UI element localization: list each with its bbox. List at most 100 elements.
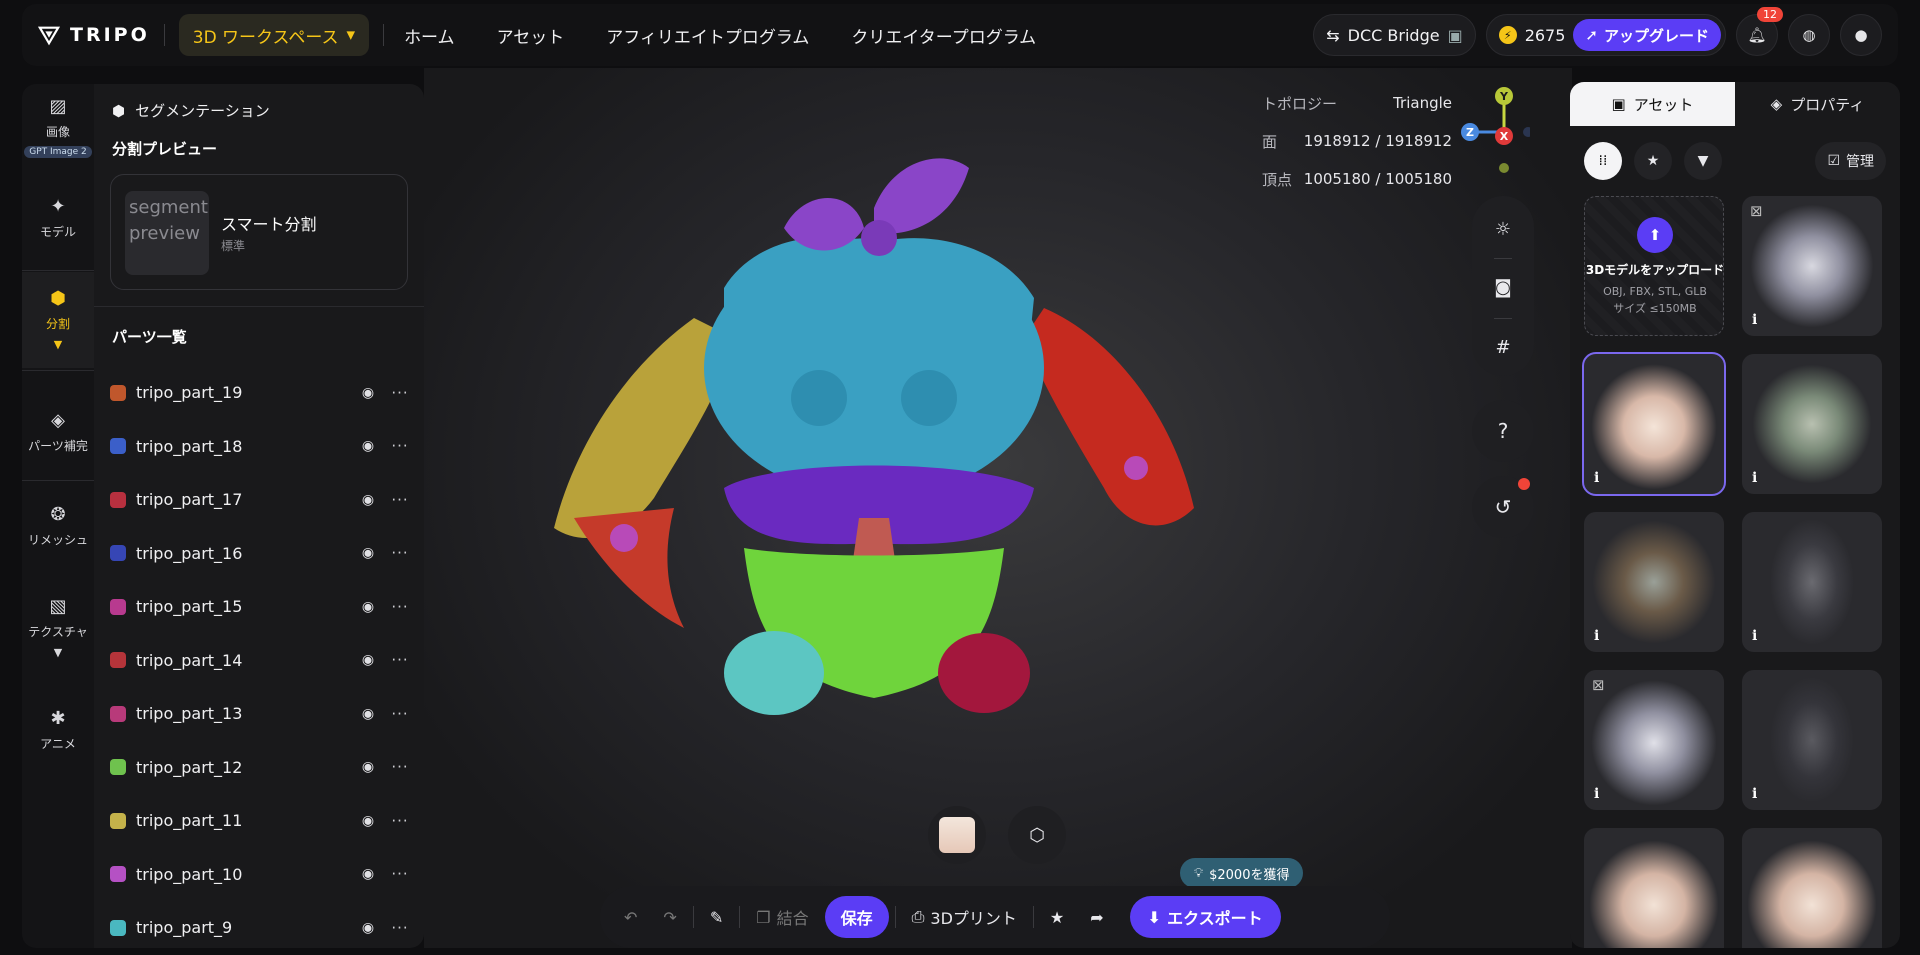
eye-icon[interactable]: ◉ bbox=[358, 385, 378, 401]
rail-anime[interactable]: ✱ アニメ bbox=[22, 708, 94, 758]
eye-icon[interactable]: ◉ bbox=[358, 545, 378, 561]
info-icon[interactable]: i bbox=[1594, 628, 1599, 644]
asset-tile[interactable] bbox=[1742, 828, 1882, 948]
info-icon[interactable]: i bbox=[1594, 470, 1599, 486]
eye-icon[interactable]: ◉ bbox=[358, 866, 378, 882]
asset-tile[interactable]: i bbox=[1742, 670, 1882, 810]
tab-properties[interactable]: ◈ プロパティ bbox=[1735, 82, 1900, 126]
history-button[interactable]: ↺ bbox=[1472, 476, 1534, 538]
nav-assets[interactable]: アセット bbox=[497, 23, 565, 48]
part-row[interactable]: tripo_part_14 ◉ ··· bbox=[110, 634, 410, 688]
more-options-icon[interactable]: ··· bbox=[390, 384, 410, 402]
rail-divider bbox=[22, 270, 94, 271]
asset-tile-selected[interactable]: i bbox=[1582, 352, 1726, 496]
3d-print-button[interactable]: ⎙ 3Dプリント bbox=[902, 896, 1027, 938]
export-button[interactable]: ⬇ エクスポート bbox=[1129, 896, 1281, 938]
eye-icon[interactable]: ◉ bbox=[358, 920, 378, 936]
part-row[interactable]: tripo_part_11 ◉ ··· bbox=[110, 794, 410, 848]
eye-icon[interactable]: ◉ bbox=[358, 652, 378, 668]
favorites-filter-button[interactable]: ★ bbox=[1634, 142, 1672, 180]
tab-assets[interactable]: ▣ アセット bbox=[1570, 82, 1735, 126]
notifications-button[interactable]: 🔔︎ 12 bbox=[1736, 7, 1783, 56]
eye-icon[interactable]: ◉ bbox=[358, 706, 378, 722]
share-button[interactable]: ➦ bbox=[1080, 896, 1113, 938]
rail-image[interactable]: ▨ 画像 GPT Image 2 bbox=[22, 96, 94, 168]
reference-image-button[interactable] bbox=[928, 806, 986, 864]
rail-parts-fill[interactable]: ◈ パーツ補完 bbox=[22, 410, 94, 460]
manage-button[interactable]: ☑ 管理 bbox=[1815, 142, 1886, 180]
parts-list: tripo_part_19 ◉ ··· tripo_part_18 ◉ ··· tripo_… bbox=[110, 366, 410, 955]
more-options-icon[interactable]: ··· bbox=[390, 491, 410, 509]
info-icon[interactable]: i bbox=[1752, 628, 1757, 644]
part-row[interactable]: tripo_part_16 ◉ ··· bbox=[110, 527, 410, 581]
asset-tile[interactable]: i bbox=[1742, 512, 1882, 652]
asset-tile[interactable] bbox=[1584, 828, 1724, 948]
asset-tile[interactable]: ⊠ i bbox=[1584, 670, 1724, 810]
help-button[interactable]: ? bbox=[1472, 400, 1534, 462]
part-row[interactable]: tripo_part_10 ◉ ··· bbox=[110, 848, 410, 902]
more-options-icon[interactable]: ··· bbox=[390, 544, 410, 562]
redo-button[interactable]: ↷ bbox=[653, 896, 686, 938]
part-row[interactable]: tripo_part_18 ◉ ··· bbox=[110, 420, 410, 474]
more-options-icon[interactable]: ··· bbox=[390, 919, 410, 937]
brush-button[interactable]: ✎ bbox=[700, 896, 733, 938]
workspace-dropdown[interactable]: 3D ワークスペース ▾ bbox=[178, 14, 370, 56]
logo[interactable]: TRIPO bbox=[38, 24, 150, 46]
eye-icon[interactable]: ◉ bbox=[358, 759, 378, 775]
save-button[interactable]: 保存 bbox=[824, 896, 889, 938]
asset-tile[interactable]: ⊠ i bbox=[1742, 196, 1882, 336]
promo-bubble[interactable]: 💡︎ $2000を獲得 bbox=[1180, 858, 1304, 888]
nav-home[interactable]: ホーム bbox=[404, 23, 455, 48]
more-options-icon[interactable]: ··· bbox=[390, 651, 410, 669]
smart-split-card[interactable]: segment preview スマート分割 標準 bbox=[110, 174, 408, 290]
info-icon[interactable]: i bbox=[1752, 786, 1757, 802]
part-row[interactable]: tripo_part_9 ◉ ··· bbox=[110, 901, 410, 955]
upgrade-button[interactable]: ➚ アップグレード bbox=[1573, 19, 1721, 51]
more-options-icon[interactable]: ··· bbox=[390, 598, 410, 616]
grid-view-button[interactable]: ⁞⁞ bbox=[1584, 142, 1622, 180]
lighting-button[interactable]: ☼ bbox=[1482, 208, 1524, 250]
language-button[interactable]: ◍ bbox=[1788, 14, 1830, 56]
upload-tile[interactable]: ⬆ 3Dモデルをアップロード OBJ, FBX, STL, GLB サイズ ≤1… bbox=[1584, 196, 1724, 336]
axis-gizmo[interactable]: Y Z X bbox=[1450, 86, 1530, 186]
more-options-icon[interactable]: ··· bbox=[390, 758, 410, 776]
undo-button[interactable]: ↶ bbox=[614, 896, 647, 938]
nav-creator[interactable]: クリエイタープログラム bbox=[851, 23, 1036, 48]
account-button[interactable]: ● bbox=[1840, 14, 1882, 56]
part-row[interactable]: tripo_part_19 ◉ ··· bbox=[110, 366, 410, 420]
more-options-icon[interactable]: ··· bbox=[390, 437, 410, 455]
merge-button[interactable]: ❐ 結合 bbox=[746, 896, 818, 938]
eye-icon[interactable]: ◉ bbox=[358, 438, 378, 454]
more-options-icon[interactable]: ··· bbox=[390, 812, 410, 830]
favorite-button[interactable]: ★ bbox=[1040, 896, 1074, 938]
info-icon[interactable]: i bbox=[1594, 786, 1599, 802]
rail-split[interactable]: ⬢ 分割 ▼ bbox=[22, 272, 94, 368]
rail-image-label: 画像 bbox=[45, 125, 70, 139]
eye-icon[interactable]: ◉ bbox=[358, 813, 378, 829]
dcc-bridge-button[interactable]: ⇆ DCC Bridge ▣ bbox=[1313, 14, 1476, 56]
asset-tile[interactable]: i bbox=[1742, 354, 1882, 494]
part-row[interactable]: tripo_part_17 ◉ ··· bbox=[110, 473, 410, 527]
part-row[interactable]: tripo_part_12 ◉ ··· bbox=[110, 741, 410, 795]
rail-remesh[interactable]: ❂ リメッシュ bbox=[22, 504, 94, 554]
credits-pill[interactable]: ⚡ 2675 ➚ アップグレード bbox=[1485, 14, 1726, 56]
asset-tile[interactable]: i bbox=[1584, 512, 1724, 652]
model-view-button[interactable]: ⬡ bbox=[1008, 806, 1066, 864]
more-options-icon[interactable]: ··· bbox=[390, 865, 410, 883]
filter-button[interactable]: ▼ bbox=[1684, 142, 1722, 180]
rail-model[interactable]: ✦ モデル bbox=[22, 196, 94, 256]
nav-affiliate[interactable]: アフィリエイトプログラム bbox=[606, 23, 809, 48]
eye-icon[interactable]: ◉ bbox=[358, 599, 378, 615]
info-icon[interactable]: i bbox=[1752, 470, 1757, 486]
screenshot-button[interactable]: ◙ bbox=[1482, 266, 1524, 308]
more-options-icon[interactable]: ··· bbox=[390, 705, 410, 723]
part-color-swatch bbox=[110, 866, 126, 883]
rail-texture[interactable]: ▧ テクスチャ ▼ bbox=[22, 596, 94, 666]
part-row[interactable]: tripo_part_15 ◉ ··· bbox=[110, 580, 410, 634]
credits-count: 2675 bbox=[1524, 25, 1566, 45]
info-icon[interactable]: i bbox=[1752, 312, 1757, 328]
cube-outline-icon: ⬡ bbox=[1029, 824, 1045, 846]
part-row[interactable]: tripo_part_13 ◉ ··· bbox=[110, 687, 410, 741]
eye-icon[interactable]: ◉ bbox=[358, 492, 378, 508]
grid-button[interactable]: # bbox=[1482, 326, 1524, 368]
